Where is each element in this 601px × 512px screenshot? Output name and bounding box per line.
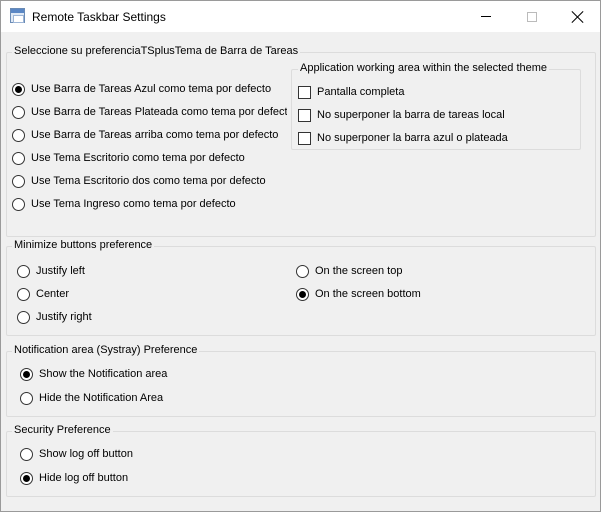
app-window-icon: [10, 8, 25, 23]
theme-option-top[interactable]: Use Barra de Tareas arriba como tema por…: [12, 127, 287, 143]
theme-option-desktop-two[interactable]: Use Tema Escritorio dos como tema por de…: [12, 173, 266, 189]
security-hide-logoff[interactable]: Hide log off button: [20, 470, 128, 486]
radio-label: Hide the Notification Area: [39, 392, 164, 404]
working-area-no-local-taskbar[interactable]: No superponer la barra de tareas local: [298, 107, 505, 123]
theme-option-label: Use Barra de Tareas arriba como tema por…: [31, 129, 279, 141]
radio-label: Center: [36, 288, 70, 300]
working-area-no-blue-silver[interactable]: No superponer la barra azul o plateada: [298, 130, 508, 146]
radio-button[interactable]: [20, 391, 33, 405]
notification-show[interactable]: Show the Notification area: [20, 366, 167, 382]
close-icon: [572, 11, 584, 23]
maximize-icon: [527, 11, 537, 22]
window-title: Remote Taskbar Settings: [32, 10, 166, 24]
radio-label: On the screen bottom: [315, 288, 421, 300]
radio-button[interactable]: [12, 105, 25, 119]
checkbox[interactable]: [298, 85, 311, 99]
minimize-screen-bottom[interactable]: On the screen bottom: [296, 286, 421, 302]
radio-button[interactable]: [296, 264, 309, 278]
notification-hide[interactable]: Hide the Notification Area: [20, 390, 163, 406]
radio-label: Show the Notification area: [39, 368, 168, 380]
minimize-button[interactable]: [463, 1, 509, 32]
radio-button[interactable]: [12, 128, 25, 142]
checkbox-label: No superponer la barra azul o plateada: [317, 132, 508, 144]
radio-label: Justify right: [36, 311, 92, 323]
minimize-justify-left[interactable]: Justify left: [17, 263, 85, 279]
radio-button[interactable]: [17, 287, 30, 301]
radio-button[interactable]: [12, 174, 25, 188]
theme-option-label: Use Barra de Tareas Azul como tema por d…: [31, 83, 272, 95]
theme-option-login[interactable]: Use Tema Ingreso como tema por defecto: [12, 196, 236, 212]
working-area-group: Application working area within the sele…: [291, 62, 581, 150]
radio-button[interactable]: [20, 367, 33, 381]
radio-button[interactable]: [17, 264, 30, 278]
minimize-group-legend: Minimize buttons preference: [12, 239, 155, 251]
radio-button[interactable]: [12, 197, 25, 211]
working-area-legend: Application working area within the sele…: [298, 62, 550, 74]
radio-label: Show log off button: [39, 448, 133, 460]
theme-option-desktop[interactable]: Use Tema Escritorio como tema por defect…: [12, 150, 245, 166]
notification-group: Notification area (Systray) Preference S…: [6, 344, 596, 417]
security-group: Security Preference Show log off button …: [6, 424, 596, 497]
checkbox[interactable]: [298, 108, 311, 122]
minimize-center[interactable]: Center: [17, 286, 69, 302]
theme-group: Seleccione su preferenciaTSplusTema de B…: [6, 45, 596, 237]
minimize-icon: [481, 16, 491, 17]
checkbox-label: No superponer la barra de tareas local: [317, 109, 505, 121]
close-button[interactable]: [555, 1, 601, 32]
checkbox[interactable]: [298, 131, 311, 145]
minimize-justify-right[interactable]: Justify right: [17, 309, 92, 325]
theme-option-label: Use Tema Ingreso como tema por defecto: [31, 198, 236, 210]
radio-button[interactable]: [12, 151, 25, 165]
radio-button[interactable]: [17, 310, 30, 324]
theme-option-label: Use Barra de Tareas Plateada como tema p…: [31, 106, 287, 118]
radio-label: Justify left: [36, 265, 85, 277]
radio-button[interactable]: [12, 82, 25, 96]
settings-window: Remote Taskbar Settings Seleccione su pr…: [0, 0, 601, 512]
notification-group-legend: Notification area (Systray) Preference: [12, 344, 200, 356]
security-group-legend: Security Preference: [12, 424, 113, 436]
radio-button[interactable]: [20, 447, 33, 461]
security-show-logoff[interactable]: Show log off button: [20, 446, 133, 462]
checkbox-label: Pantalla completa: [317, 86, 405, 98]
theme-group-legend: Seleccione su preferenciaTSplusTema de B…: [12, 45, 301, 57]
maximize-button[interactable]: [509, 1, 555, 32]
minimize-group: Minimize buttons preference Justify left…: [6, 239, 596, 336]
theme-option-silver[interactable]: Use Barra de Tareas Plateada como tema p…: [12, 104, 287, 120]
radio-label: On the screen top: [315, 265, 403, 277]
radio-button[interactable]: [296, 287, 309, 301]
working-area-fullscreen[interactable]: Pantalla completa: [298, 84, 404, 100]
title-bar[interactable]: Remote Taskbar Settings: [1, 1, 600, 32]
theme-option-label: Use Tema Escritorio dos como tema por de…: [31, 175, 266, 187]
radio-label: Hide log off button: [39, 472, 129, 484]
theme-option-blue[interactable]: Use Barra de Tareas Azul como tema por d…: [12, 81, 287, 97]
minimize-screen-top[interactable]: On the screen top: [296, 263, 402, 279]
theme-option-label: Use Tema Escritorio como tema por defect…: [31, 152, 245, 164]
radio-button[interactable]: [20, 471, 33, 485]
